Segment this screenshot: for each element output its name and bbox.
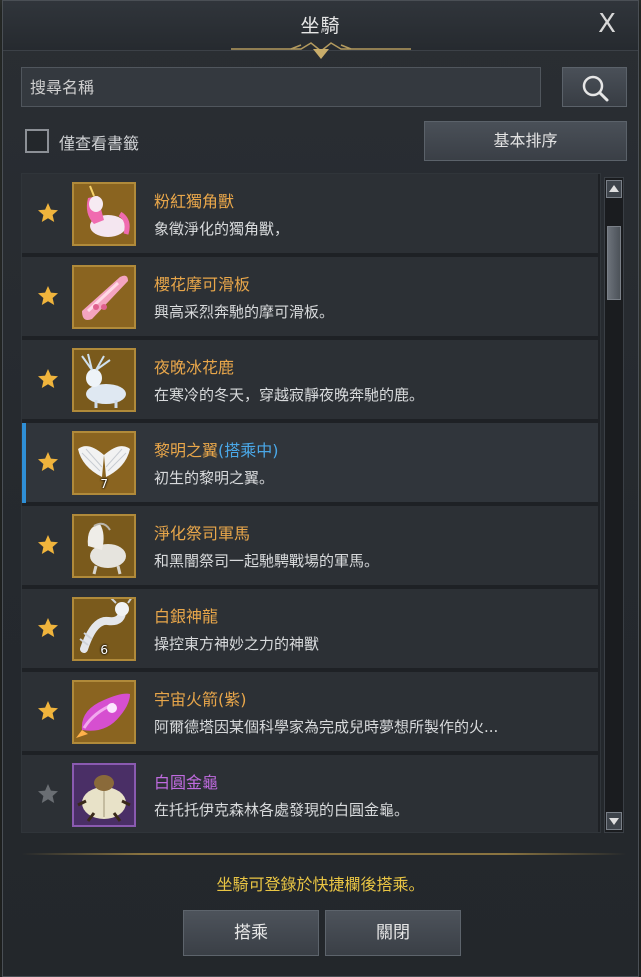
mount-list-item[interactable]: 粉紅獨角獸 象徵淨化的獨角獸，: [22, 174, 598, 254]
white-beetle-icon: [72, 763, 136, 827]
bookmark-star-icon[interactable]: [36, 367, 60, 391]
bookmark-star-icon[interactable]: [36, 284, 60, 308]
mount-name: 夜晚冰花鹿: [154, 358, 235, 377]
mount-description: 興高采烈奔馳的摩可滑板。: [154, 303, 335, 321]
close-button[interactable]: 關閉: [325, 910, 461, 956]
mount-list-item-selected[interactable]: 7 黎明之翼(搭乘中) 初生的黎明之翼。: [22, 423, 598, 503]
mount-name: 宇宙火箭(紫): [154, 690, 247, 709]
cherry-skateboard-icon: [72, 265, 136, 329]
ice-deer-icon: [72, 348, 136, 412]
mount-list-item[interactable]: 宇宙火箭(紫) 阿爾德塔因某個科學家為完成兒時夢想所製作的火...: [22, 672, 598, 752]
title-ornament-icon: [231, 42, 411, 59]
mount-window: 坐騎 X 僅查看書籤 基本排序: [2, 0, 639, 977]
mount-description: 在寒冷的冬天，穿越寂靜夜晚奔馳的鹿。: [154, 386, 425, 404]
bookmark-star-icon[interactable]: [36, 616, 60, 640]
mount-list-item[interactable]: 6 白銀神龍 操控東方神妙之力的神獸: [22, 589, 598, 669]
icon-count: 6: [100, 643, 108, 657]
scroll-down-button[interactable]: [606, 812, 622, 830]
search-input[interactable]: [21, 67, 541, 107]
icon-count: 7: [100, 477, 108, 491]
mount-description: 和黑闇祭司一起馳騁戰場的軍馬。: [154, 552, 380, 570]
mount-description: 阿爾德塔因某個科學家為完成兒時夢想所製作的火...: [154, 718, 499, 736]
mount-name: 粉紅獨角獸: [154, 192, 235, 211]
footer-divider: [21, 853, 627, 855]
title-bar: 坐騎 X: [3, 1, 638, 59]
window-title: 坐騎: [300, 15, 341, 37]
filter-row: 僅查看書籤 基本排序: [25, 121, 627, 161]
pink-unicorn-icon: [72, 182, 136, 246]
war-horse-icon: [72, 514, 136, 578]
search-icon: [582, 75, 609, 102]
arrow-up-icon: [609, 185, 619, 192]
close-window-button[interactable]: X: [592, 9, 622, 39]
mount-name: 櫻花摩可滑板: [154, 275, 251, 294]
mount-list-item[interactable]: 白圓金龜 在托托伊克森林各處發現的白圓金龜。: [22, 755, 598, 832]
mount-description: 操控東方神妙之力的神獸: [154, 635, 320, 653]
space-rocket-icon: [72, 680, 136, 744]
footer-hint: 坐騎可登錄於快捷欄後搭乘。: [216, 875, 425, 894]
bookmark-star-icon[interactable]: [36, 782, 60, 806]
list-scrollbar[interactable]: [604, 177, 624, 833]
search-button[interactable]: [562, 67, 627, 107]
mount-description: 初生的黎明之翼。: [154, 469, 275, 487]
mount-description: 在托托伊克森林各處發現的白圓金龜。: [154, 801, 410, 819]
mount-list-item[interactable]: 櫻花摩可滑板 興高采烈奔馳的摩可滑板。: [22, 257, 598, 337]
mount-description: 象徵淨化的獨角獸，: [154, 220, 290, 238]
ride-button[interactable]: 搭乘: [183, 910, 319, 956]
bookmark-only-label: 僅查看書籤: [59, 134, 140, 153]
silver-dragon-icon: 6: [72, 597, 136, 661]
selection-indicator: [22, 423, 26, 503]
search-row: [21, 67, 627, 107]
bookmark-star-icon[interactable]: [36, 699, 60, 723]
mount-name: 白銀神龍: [154, 607, 219, 626]
riding-status: (搭乘中): [218, 441, 279, 460]
scroll-thumb[interactable]: [607, 226, 621, 300]
mount-name: 淨化祭司軍馬: [154, 524, 251, 543]
scroll-up-button[interactable]: [606, 180, 622, 198]
mount-list: 粉紅獨角獸 象徵淨化的獨角獸， 櫻花摩可滑板 興高采烈奔馳的摩可滑板。 夜晚冰花…: [21, 173, 601, 833]
dawn-wings-icon: 7: [72, 431, 136, 495]
bookmark-star-icon[interactable]: [36, 533, 60, 557]
bookmark-only-checkbox[interactable]: [25, 129, 49, 153]
mount-name: 黎明之翼(搭乘中): [154, 441, 279, 460]
bookmark-star-icon[interactable]: [36, 450, 60, 474]
bookmark-star-icon[interactable]: [36, 201, 60, 225]
mount-list-item[interactable]: 夜晚冰花鹿 在寒冷的冬天，穿越寂靜夜晚奔馳的鹿。: [22, 340, 598, 420]
sort-button[interactable]: 基本排序: [424, 121, 627, 161]
mount-name: 白圓金龜: [154, 773, 219, 792]
mount-list-item[interactable]: 淨化祭司軍馬 和黑闇祭司一起馳騁戰場的軍馬。: [22, 506, 598, 586]
arrow-down-icon: [609, 818, 619, 825]
